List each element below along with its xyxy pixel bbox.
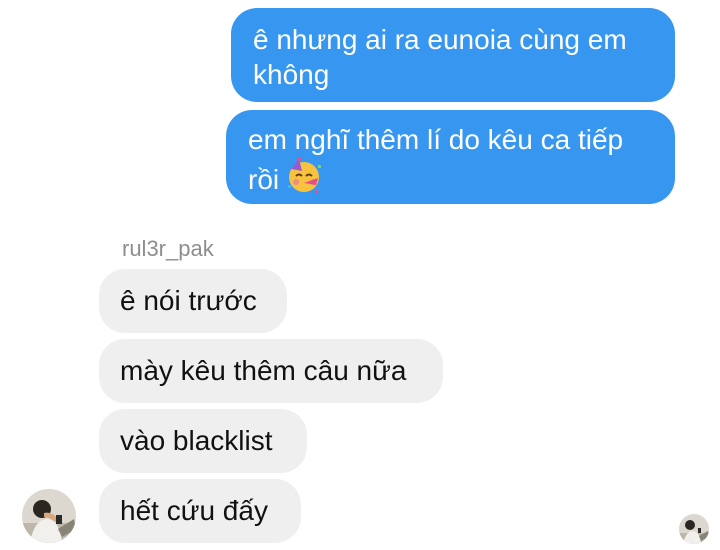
sent-message-text: ê nhưng ai ra eunoia cùng em không [253, 24, 627, 90]
sent-message-text-wrapper: em nghĩ thêm lí do kêu ca tiếp rồi [248, 122, 655, 203]
sender-username: rul3r_pak [122, 236, 214, 261]
received-message-text: ê nói trước [120, 285, 257, 316]
seen-avatar [679, 514, 709, 544]
received-message-text: hết cứu đấy [120, 495, 268, 526]
received-message-bubble[interactable]: hết cứu đấy [99, 479, 301, 543]
received-message-text: vào blacklist [120, 425, 273, 456]
received-message-bubble[interactable]: vào blacklist [99, 409, 307, 473]
received-message-text: mày kêu thêm câu nữa [120, 355, 407, 386]
received-message-bubble[interactable]: mày kêu thêm câu nữa [99, 339, 443, 403]
received-message-bubble[interactable]: ê nói trước [99, 269, 287, 333]
sent-message-bubble[interactable]: em nghĩ thêm lí do kêu ca tiếp rồi [226, 110, 675, 204]
sent-message-bubble[interactable]: ê nhưng ai ra eunoia cùng em không [231, 8, 675, 102]
partying-face-emoji-icon [285, 157, 323, 203]
sender-avatar[interactable] [22, 489, 76, 543]
